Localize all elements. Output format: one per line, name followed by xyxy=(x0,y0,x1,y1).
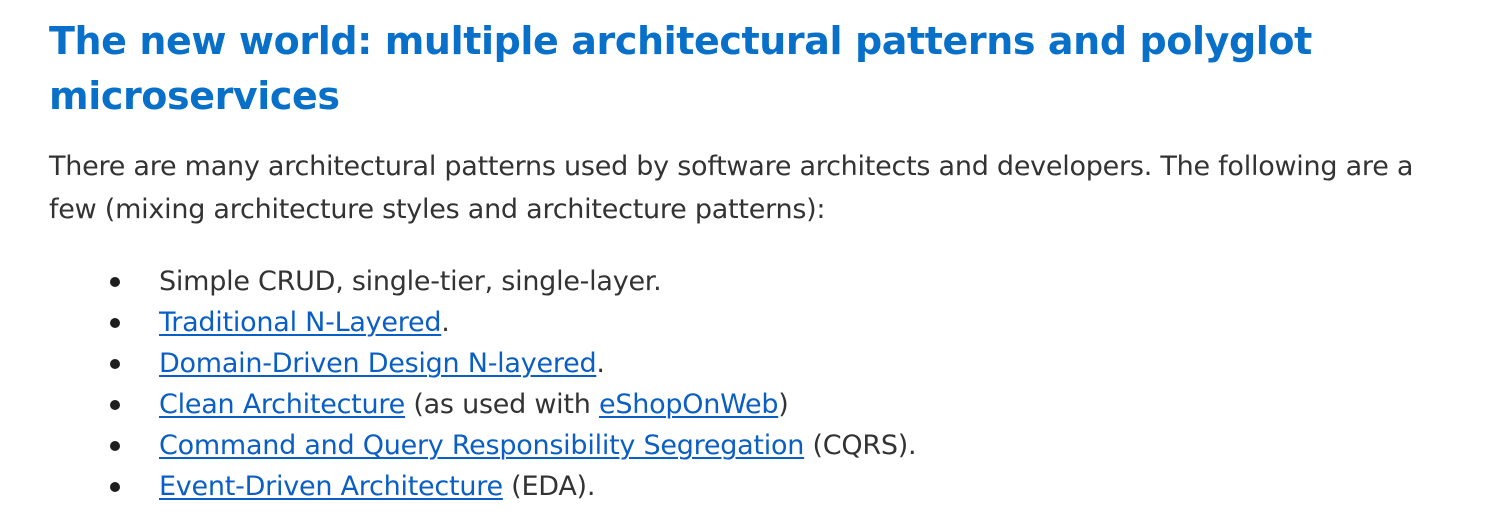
link-ddd-n-layered[interactable]: Domain-Driven Design N-layered xyxy=(159,348,597,379)
pattern-suffix: . xyxy=(596,348,605,379)
link-eshoponweb[interactable]: eShopOnWeb xyxy=(599,389,779,420)
pattern-suffix: . xyxy=(441,307,450,338)
bullet-icon xyxy=(110,318,120,328)
link-event-driven-architecture[interactable]: Event-Driven Architecture xyxy=(159,471,503,502)
list-item: Command and Query Responsibility Segrega… xyxy=(49,425,1451,466)
list-item: Event-Driven Architecture (EDA). xyxy=(49,466,1451,507)
bullet-icon xyxy=(110,482,120,492)
list-item: Clean Architecture (as used with eShopOn… xyxy=(49,384,1451,425)
link-clean-architecture[interactable]: Clean Architecture xyxy=(159,389,405,420)
list-item: Domain-Driven Design N-layered. xyxy=(49,343,1451,384)
bullet-icon xyxy=(110,359,120,369)
pattern-suffix: ) xyxy=(778,389,789,420)
list-item: Simple CRUD, single-tier, single-layer. xyxy=(49,261,1451,302)
bullet-icon xyxy=(110,400,120,410)
intro-paragraph: There are many architectural patterns us… xyxy=(49,151,1414,225)
list-item: Traditional N-Layered. xyxy=(49,302,1451,343)
pattern-suffix: (EDA). xyxy=(502,471,596,502)
link-cqrs[interactable]: Command and Query Responsibility Segrega… xyxy=(159,430,804,461)
bullet-icon xyxy=(110,277,120,287)
pattern-middle-text: (as used with xyxy=(405,389,599,420)
link-traditional-n-layered[interactable]: Traditional N-Layered xyxy=(159,307,442,338)
bullet-icon xyxy=(110,441,120,451)
patterns-list: Simple CRUD, single-tier, single-layer. … xyxy=(49,261,1451,507)
pattern-suffix: (CQRS). xyxy=(804,430,917,461)
pattern-text: Simple CRUD, single-tier, single-layer. xyxy=(159,266,662,297)
document-page: The new world: multiple architectural pa… xyxy=(0,0,1491,527)
page-title: The new world: multiple architectural pa… xyxy=(49,19,1312,118)
